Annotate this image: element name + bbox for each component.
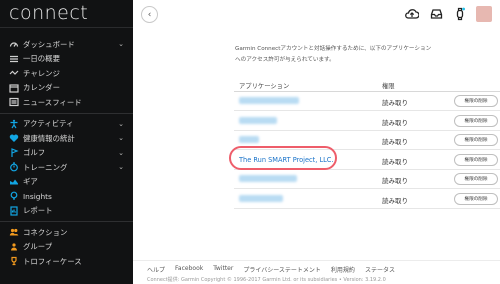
highlight-circle [229,146,337,170]
chevron-down-icon[interactable]: ⌄ [118,149,124,157]
watch-icon[interactable] [452,6,468,22]
sidebar-item-training[interactable]: トレーニング ⌄ [0,160,133,175]
sidebar-item-label: トロフィーケース [23,256,82,266]
trophy-icon [9,256,19,266]
training-icon [9,162,19,172]
sidebar-item-label: アクティビティ [23,119,74,129]
sidebar-item-label: 健康情報の統計 [23,133,75,143]
sidebar-item-trophy[interactable]: トロフィーケース [0,254,133,269]
list-icon [9,54,19,64]
footer-link[interactable]: Twitter [213,265,233,274]
table-row: 読み取り 権限の削除 [234,92,500,111]
sidebar-item-label: コネクション [23,227,68,237]
sidebar-item-people[interactable]: コネクション [0,225,133,240]
challenge-icon [9,68,19,78]
top-icons [404,6,492,22]
chevron-down-icon[interactable]: ⌄ [118,134,124,142]
sidebar-item-label: グループ [23,242,53,252]
top-bar: ‹ [133,0,500,31]
sidebar-item-label: ニュースフィード [23,97,82,107]
sidebar-item-label: チャレンジ [23,68,60,78]
blurred-app-name[interactable] [239,116,277,124]
calendar-icon [9,83,19,93]
footer-link[interactable]: Facebook [175,265,203,274]
sidebar-item-newsfeed[interactable]: ニュースフィード [0,95,133,110]
activity-icon [9,119,19,129]
sidebar-item-label: レポート [23,206,53,216]
chevron-down-icon[interactable]: ⌄ [118,120,124,128]
inbox-icon[interactable] [428,6,444,22]
footer-link[interactable]: 利用規約 [331,265,355,274]
sidebar-item-challenge[interactable]: チャレンジ [0,66,133,81]
blurred-app-name[interactable] [239,136,259,143]
revoke-permission-button[interactable]: 権限の削除 [454,114,498,127]
group-icon [9,242,19,252]
sidebar-item-label: ギア [23,177,38,187]
table-row: 読み取り 権限の削除 [234,170,500,189]
table-row: 読み取り 権限の削除 [234,112,500,131]
upload-icon[interactable] [404,6,420,22]
back-button[interactable]: ‹ [141,6,158,23]
sidebar-item-report[interactable]: レポート [0,204,133,219]
footer-link[interactable]: ヘルプ [147,265,165,274]
sidebar-item-activity[interactable]: アクティビティ ⌄ [0,117,133,132]
sidebar-item-label: 一日の概要 [23,54,60,64]
footer-divider [133,260,500,261]
sidebar-item-golf[interactable]: ゴルフ ⌄ [0,146,133,161]
sidebar-item-dashboard[interactable]: ダッシュボード ⌄ [0,37,133,52]
revoke-permission-button[interactable]: 権限の削除 [454,153,498,166]
description-text: Garmin Connectアカウントと対話操作するために、以下のアプリケーショ… [235,46,432,63]
sidebar-item-label: カレンダー [23,83,60,93]
chevron-down-icon[interactable]: ⌄ [118,163,124,171]
connect-logo[interactable]: connect [9,2,88,24]
bulb-icon [9,191,19,201]
table-row: 読み取り 権限の削除 [234,190,500,209]
permission-value: 読み取り [382,99,408,107]
heart-icon [9,133,19,143]
permission-value: 読み取り [382,157,408,166]
chevron-down-icon[interactable]: ⌄ [118,40,124,48]
footer-link[interactable]: プライバシーステートメント [243,265,321,274]
sidebar-item-list[interactable]: 一日の概要 [0,52,133,67]
copyright-text: Connect提供: Garmin Copyright © 1996-2017 … [147,277,386,283]
sidebar-divider [0,27,133,28]
golf-icon [9,147,19,158]
nav-separator [0,112,133,114]
avatar[interactable] [476,6,492,22]
revoke-permission-button[interactable]: 権限の削除 [454,173,498,185]
permission-value: 読み取り [382,196,408,205]
sidebar-item-label: トレーニング [23,162,68,172]
revoke-permission-button[interactable]: 権限の削除 [454,192,498,205]
blurred-app-name[interactable] [239,194,283,202]
sidebar-item-label: Insights [23,191,52,201]
sidebar-item-heart[interactable]: 健康情報の統計 ⌄ [0,131,133,146]
sidebar-item-label: ダッシュボード [23,39,75,49]
dashboard-icon [9,39,19,49]
nav-separator [0,221,133,222]
permission-value: 読み取り [382,177,408,185]
sidebar-item-calendar[interactable]: カレンダー [0,81,133,96]
sidebar-item-bulb[interactable]: Insights [0,189,133,204]
sidebar-item-label: ゴルフ [23,148,46,158]
gear-shoe-icon [9,177,19,187]
sidebar-item-group[interactable]: グループ [0,240,133,255]
revoke-permission-button[interactable]: 権限の削除 [454,95,498,107]
footer-link[interactable]: ステータス [365,265,395,274]
blurred-app-name[interactable] [239,175,297,182]
column-header-application: アプリケーション [239,83,290,90]
sidebar-nav: ダッシュボード ⌄ 一日の概要 チャレンジ カレンダー ニュースフィード アクティビティ ⌄ 健… [0,37,133,269]
column-header-permission: 権限 [382,83,395,90]
permission-value: 読み取り [382,118,408,127]
sidebar: connect ダッシュボード ⌄ 一日の概要 チャレンジ カレンダー ニュースフィードア… [0,0,133,284]
sidebar-item-gear-shoe[interactable]: ギア [0,175,133,190]
blurred-app-name[interactable] [239,97,299,104]
report-icon [9,206,19,216]
permission-value: 読み取り [382,138,408,146]
revoke-permission-button[interactable]: 権限の削除 [454,134,498,146]
newsfeed-icon [9,97,19,107]
chevron-left-icon: ‹ [147,9,152,20]
footer-links: ヘルプ Facebook Twitter プライバシーステートメント 利用規約 ステータス [147,265,395,274]
people-icon [9,227,19,237]
